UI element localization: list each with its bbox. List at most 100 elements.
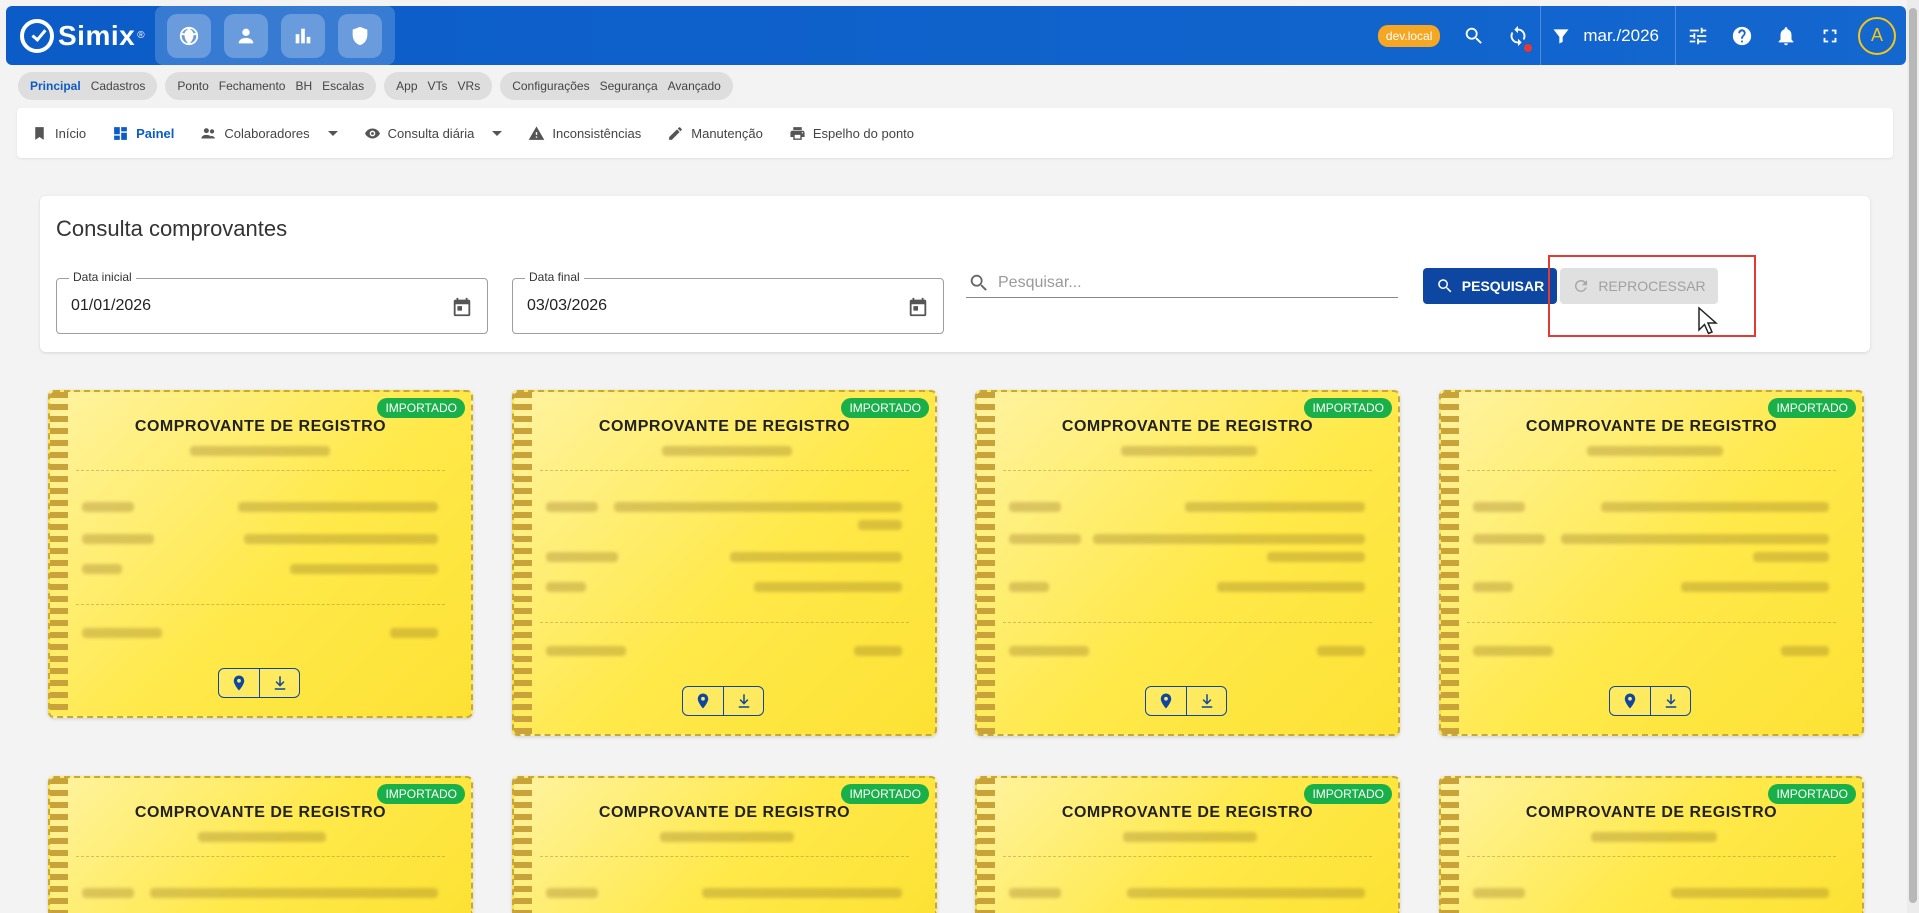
chip-app[interactable]: App xyxy=(396,79,417,93)
redacted-text xyxy=(730,552,902,562)
module-person-button[interactable] xyxy=(224,13,269,58)
receipt-card: IMPORTADO COMPROVANTE DE REGISTRO xyxy=(512,390,937,736)
registered-mark: ® xyxy=(137,30,145,41)
help-button[interactable] xyxy=(1720,14,1764,58)
download-button[interactable] xyxy=(259,669,299,697)
end-date-field[interactable]: Data final 03/03/2026 xyxy=(512,270,944,334)
redacted-text xyxy=(1591,832,1717,842)
chip-ponto[interactable]: Ponto xyxy=(177,79,208,93)
download-button[interactable] xyxy=(1650,687,1690,715)
receipt-actions xyxy=(218,668,300,698)
calendar-icon[interactable] xyxy=(451,296,473,318)
fullscreen-button[interactable] xyxy=(1808,14,1852,58)
location-button[interactable] xyxy=(683,687,723,715)
chip-vts[interactable]: VTs xyxy=(428,79,448,93)
page-scrollbar[interactable] xyxy=(1907,0,1919,913)
warning-icon xyxy=(529,125,545,140)
calendar-icon[interactable] xyxy=(907,296,929,318)
printer-icon xyxy=(790,126,805,140)
nav-label: Colaboradores xyxy=(224,125,310,141)
user-avatar[interactable]: A xyxy=(1858,16,1896,55)
search-input[interactable] xyxy=(998,273,1378,292)
scrollbar-thumb[interactable] xyxy=(1909,8,1917,903)
nav-item-manutencao[interactable]: Manutenção xyxy=(667,125,763,142)
nav-item-colaboradores[interactable]: Colaboradores xyxy=(200,125,338,142)
location-pin-icon xyxy=(697,693,709,709)
app-bar: Simix ® dev.local mar./2026 A xyxy=(6,6,1906,65)
receipt-title: COMPROVANTE DE REGISTRO xyxy=(134,804,387,821)
start-date-value: 01/01/2026 xyxy=(71,297,152,314)
divider xyxy=(76,470,445,471)
colaboradores-dropdown-caret[interactable] xyxy=(327,130,338,136)
chip-avancado[interactable]: Avançado xyxy=(668,79,721,93)
download-icon xyxy=(274,676,285,690)
chip-vrs[interactable]: VRs xyxy=(458,79,481,93)
redacted-text xyxy=(1473,534,1545,544)
settings-tune-button[interactable] xyxy=(1676,14,1720,58)
nav-item-espelho[interactable]: Espelho do ponto xyxy=(789,125,914,142)
download-button[interactable] xyxy=(723,687,763,715)
chip-group-ponto: Ponto Fechamento BH Escalas xyxy=(165,72,377,100)
chip-bh[interactable]: BH xyxy=(295,79,312,93)
bell-icon xyxy=(1778,26,1794,45)
chip-principal[interactable]: Principal xyxy=(30,79,81,93)
receipt-actions xyxy=(1145,686,1227,716)
redacted-text xyxy=(190,446,330,456)
redacted-text xyxy=(1009,646,1089,656)
divider xyxy=(76,856,445,857)
chip-fechamento[interactable]: Fechamento xyxy=(219,79,286,93)
receipt-card: IMPORTADO COMPROVANTE DE REGISTRO xyxy=(975,776,1400,913)
search-button-label: PESQUISAR xyxy=(1461,278,1545,294)
fullscreen-icon xyxy=(1823,29,1837,42)
redacted-text xyxy=(1473,582,1513,592)
chip-cadastros[interactable]: Cadastros xyxy=(91,79,146,93)
chip-escalas[interactable]: Escalas xyxy=(322,79,364,93)
location-button[interactable] xyxy=(1146,687,1186,715)
search-icon xyxy=(1466,27,1483,44)
redacted-text xyxy=(1587,446,1723,456)
divider xyxy=(1467,622,1836,623)
global-search-button[interactable] xyxy=(1452,14,1496,58)
status-badge: IMPORTADO xyxy=(841,784,929,804)
redacted-text xyxy=(546,502,598,512)
status-badge: IMPORTADO xyxy=(1768,398,1856,418)
location-button[interactable] xyxy=(1610,687,1650,715)
chip-seguranca[interactable]: Segurança xyxy=(600,79,658,93)
period-filter-button[interactable]: mar./2026 xyxy=(1541,26,1675,46)
module-chip-row: Principal Cadastros Ponto Fechamento BH … xyxy=(18,72,733,100)
receipt-title: COMPROVANTE DE REGISTRO xyxy=(134,418,387,435)
end-date-value: 03/03/2026 xyxy=(527,297,608,314)
nav-item-consulta-diaria[interactable]: Consulta diária xyxy=(364,125,503,142)
search-button[interactable]: PESQUISAR xyxy=(1423,268,1557,304)
module-security-button[interactable] xyxy=(338,13,383,58)
person-icon xyxy=(238,28,254,43)
nav-item-inconsistencias[interactable]: Inconsistências xyxy=(528,125,641,142)
nav-bar: Início Painel Colaboradores Consulta diá… xyxy=(17,108,1893,158)
redacted-text xyxy=(1217,582,1365,592)
download-button[interactable] xyxy=(1186,687,1226,715)
divider xyxy=(1003,856,1372,857)
nav-item-painel[interactable]: Painel xyxy=(112,125,174,142)
notifications-button[interactable] xyxy=(1764,14,1808,58)
module-charts-button[interactable] xyxy=(281,13,326,58)
chip-configuracoes[interactable]: Configurações xyxy=(512,79,589,93)
start-date-field[interactable]: Data inicial 01/01/2026 xyxy=(56,270,488,334)
module-switcher xyxy=(154,6,395,65)
redacted-text xyxy=(546,888,598,898)
redacted-text xyxy=(1671,888,1829,898)
redacted-text xyxy=(1093,534,1365,544)
simix-logo[interactable]: Simix ® xyxy=(20,18,145,53)
divider xyxy=(76,604,445,605)
sync-button[interactable] xyxy=(1496,14,1540,58)
location-button[interactable] xyxy=(219,669,259,697)
module-globe-button[interactable] xyxy=(167,13,212,58)
sync-alert-dot xyxy=(1524,43,1533,52)
divider xyxy=(1003,622,1372,623)
bookmark-icon xyxy=(35,126,44,140)
search-icon xyxy=(970,274,987,291)
redacted-text xyxy=(662,446,792,456)
receipt-title: COMPROVANTE DE REGISTRO xyxy=(1525,804,1778,821)
redacted-text xyxy=(1185,502,1365,512)
nav-item-inicio[interactable]: Início xyxy=(31,125,86,142)
consulta-dropdown-caret[interactable] xyxy=(492,130,503,136)
